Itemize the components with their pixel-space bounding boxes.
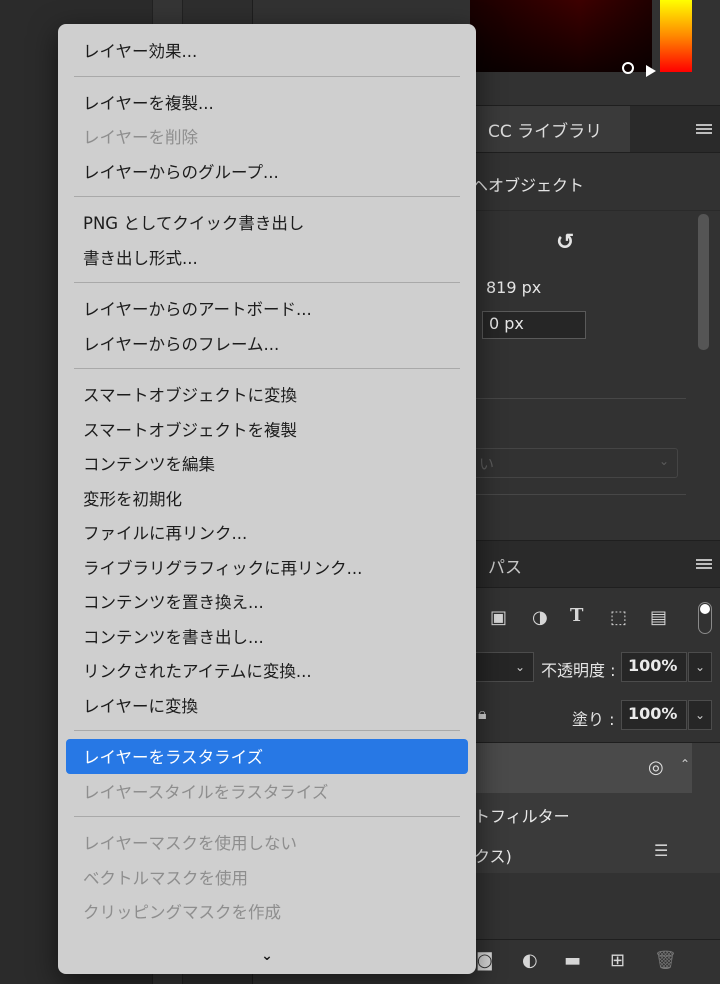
new-adjustment-layer-icon[interactable]: ◐ [522,952,538,970]
panel-divider [470,494,686,495]
fill-input[interactable]: 100% [621,700,687,730]
hue-slider[interactable] [660,0,692,72]
menu-item[interactable]: レイヤー効果... [66,33,468,68]
chevron-down-icon: ⌄ [658,454,669,468]
offset-input[interactable]: 0 px [482,311,586,339]
menu-item: ベクトルマスクを使用 [83,868,248,888]
new-layer-icon[interactable]: ⊞ [610,952,625,970]
color-picker-handle[interactable] [622,62,634,74]
new-group-folder-icon[interactable]: ▬ [564,952,581,970]
menu-item[interactable]: レイヤーからのグループ... [66,154,468,189]
tab-paths[interactable]: パス [488,553,522,578]
photoshop-workspace: CC ライブラリ ヘオブジェクト ↺ 819 px 0 px い ⌄ パス ▣ … [0,0,720,984]
panel-divider [470,398,686,399]
menu-item[interactable]: コンテンツを置き換え... [66,584,468,619]
opacity-input[interactable]: 100% [621,652,687,682]
menu-item[interactable]: コンテンツを編集 [66,446,468,481]
menu-item: レイヤースタイルをラスタライズ [83,782,329,802]
menu-item[interactable]: レイヤーに変換 [66,688,468,723]
menu-item[interactable]: PNG としてクイック書き出し [66,205,468,240]
opacity-value: 100% [628,656,678,675]
shape-filter-icon[interactable]: ⬚ [610,609,627,627]
menu-separator [74,368,460,369]
layer-context-menu: レイヤー効果... レイヤーを複製... レイヤーを削除レイヤーからのグループ...… [58,24,476,974]
layers-panel-menu-icon[interactable] [696,559,712,569]
chevron-down-icon: ⌄ [694,708,706,722]
disabled-select: い ⌄ [470,448,678,478]
menu-item: レイヤーマスクを使用しない [83,834,298,854]
menu-item[interactable]: 変形を初期化 [66,481,468,516]
fill-label: 塗り : [572,710,615,729]
panel-menu-icon[interactable] [696,124,712,134]
menu-item[interactable]: レイヤーを複製... [66,85,468,120]
blend-mode-select[interactable]: ⌄ [470,652,534,682]
layer-sub-label: クス) [474,847,512,866]
tab-cc-libraries[interactable]: CC ライブラリ [470,106,630,152]
reset-transform-icon[interactable]: ↺ [556,230,574,255]
add-mask-icon[interactable]: ◙ [476,952,493,970]
hue-slider-arrow-icon[interactable] [646,65,656,77]
offset-input-value: 0 px [489,314,524,333]
menu-item[interactable]: ライブラリグラフィックに再リンク... [66,550,468,585]
chevron-down-icon: ⌄ [514,660,525,674]
menu-scroll-down-icon[interactable]: ⌄ [58,944,476,968]
smart-object-badge-icon: ◎ [648,757,664,778]
color-field[interactable] [470,0,652,72]
properties-scrollbar[interactable] [698,214,709,350]
layer-scrollbar-track [692,743,720,793]
adjustment-filter-icon[interactable]: ◑ [532,609,548,627]
menu-separator [74,196,460,197]
filter-options-icon[interactable]: ☰ [654,841,668,860]
menu-item[interactable]: ファイルに再リンク... [66,515,468,550]
menu-item[interactable]: レイヤーからのアートボード... [66,291,468,326]
chevron-up-icon[interactable]: ⌃ [680,757,690,771]
width-value: 819 px [486,278,542,297]
smart-object-label: ヘオブジェクト [472,176,585,195]
filter-toggle-knob [700,604,710,614]
menu-item[interactable]: レイヤーをラスタライズ [66,739,468,774]
smart-filter-label: トフィルター [474,807,570,826]
menu-separator [74,75,460,77]
fill-dropdown-button[interactable]: ⌄ [688,700,712,730]
menu-item: クリッピングマスクを作成 [83,903,281,923]
type-filter-icon[interactable]: T [570,607,583,625]
menu-item: レイヤーを削除 [83,128,199,148]
filter-toggle[interactable] [698,602,712,634]
menu-item[interactable]: 書き出し形式... [66,240,468,275]
image-filter-icon[interactable]: ▣ [490,609,507,627]
menu-item[interactable]: スマートオブジェクトを複製 [66,412,468,447]
disabled-select-value: い [479,455,495,473]
menu-separator [74,282,460,283]
opacity-dropdown-button[interactable]: ⌄ [688,652,712,682]
tab-cc-libraries-label: CC ライブラリ [488,121,603,142]
menu-separator [74,816,460,817]
fill-value: 100% [628,704,678,723]
lock-all-icon[interactable]: 🔒︎ [478,706,487,722]
menu-item[interactable]: コンテンツを書き出し... [66,619,468,654]
smart-object-filter-icon[interactable]: ▤ [650,609,667,627]
menu-item[interactable]: リンクされたアイテムに変換... [66,653,468,688]
chevron-down-icon: ⌄ [694,660,706,674]
menu-separator [74,730,460,731]
trash-icon[interactable]: 🗑︎ [654,952,677,970]
opacity-label: 不透明度 : [541,661,616,680]
menu-item[interactable]: スマートオブジェクトに変換 [66,377,468,412]
menu-item[interactable]: レイヤーからのフレーム... [66,326,468,361]
